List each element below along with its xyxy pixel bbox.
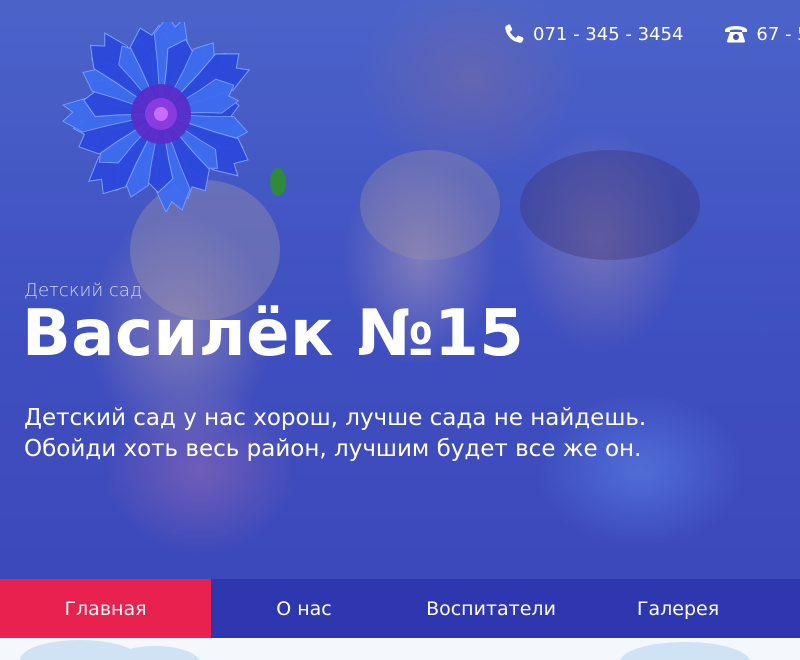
phone-number: 071 - 345 - 3454 <box>533 23 684 45</box>
cornflower-logo <box>61 22 286 212</box>
cloud-decoration <box>620 642 750 660</box>
nav-item-teachers[interactable]: Воспитатели <box>397 579 585 638</box>
child-photo-decoration <box>520 150 700 260</box>
mobile-phone-icon <box>505 24 524 43</box>
hero-description: Детский сад у нас хорош, лучше сада не н… <box>24 403 764 465</box>
nav-item-about[interactable]: О нас <box>211 579 397 638</box>
cloud-strip <box>0 638 800 660</box>
nav-item-gallery[interactable]: Галерея <box>585 579 771 638</box>
description-line: Обойди хоть весь район, лучшим будет все… <box>24 436 642 462</box>
phone-contact[interactable]: 071 - 345 - 3454 <box>502 22 683 46</box>
hero-title: Василёк №15 <box>22 297 525 371</box>
landline-phone-icon <box>725 26 748 43</box>
phone-contact[interactable]: 67 - 5 <box>723 23 800 45</box>
description-line: Детский сад у нас хорош, лучше сада не н… <box>24 405 647 431</box>
contact-bar: 071 - 345 - 3454 67 - 5 <box>502 22 800 46</box>
nav-item-home[interactable]: Главная <box>0 579 211 638</box>
child-photo-decoration <box>360 150 500 260</box>
phone-number: 67 - 5 <box>756 23 800 45</box>
main-navigation: Главная О нас Воспитатели Галерея <box>0 579 800 638</box>
